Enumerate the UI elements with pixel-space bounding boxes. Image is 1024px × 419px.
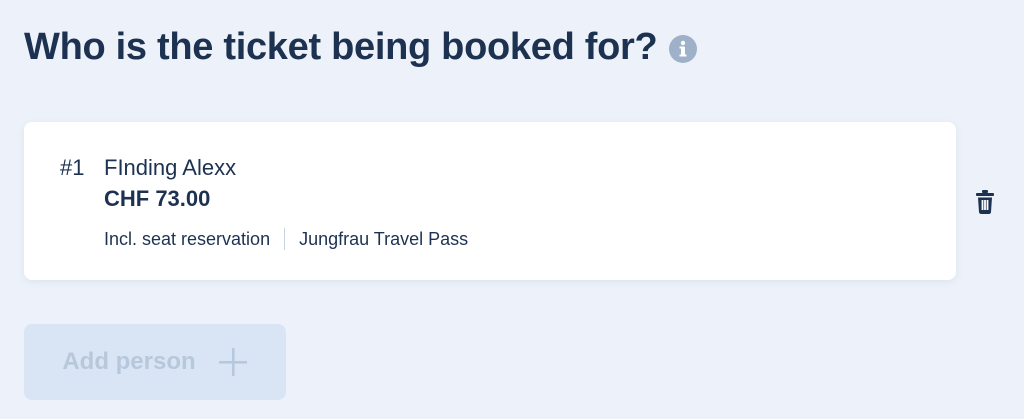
passenger-number: #1: [60, 155, 85, 180]
page-title: Who is the ticket being booked for?: [24, 26, 658, 68]
trash-icon: [976, 190, 994, 214]
ticket-option-travel-pass: Jungfrau Travel Pass: [299, 229, 469, 249]
ticket-price: CHF 73.00: [104, 186, 211, 211]
add-person-button[interactable]: Add person: [24, 324, 286, 400]
plus-icon: [218, 347, 248, 377]
header: Who is the ticket being booked for?: [24, 22, 698, 72]
passenger-card: #1 FInding Alexx CHF 73.00 Incl. seat re…: [24, 122, 956, 280]
delete-passenger-button[interactable]: [970, 186, 1000, 218]
ticket-options: Incl. seat reservation Jungfrau Travel P…: [104, 227, 468, 251]
passenger-details: FInding Alexx CHF 73.00 Incl. seat reser…: [104, 155, 468, 251]
add-person-label: Add person: [62, 348, 196, 375]
option-divider: [284, 228, 286, 250]
info-icon[interactable]: [669, 35, 698, 63]
passenger-name: FInding Alexx: [104, 155, 237, 180]
ticket-option-seat-reservation: Incl. seat reservation: [104, 229, 271, 249]
